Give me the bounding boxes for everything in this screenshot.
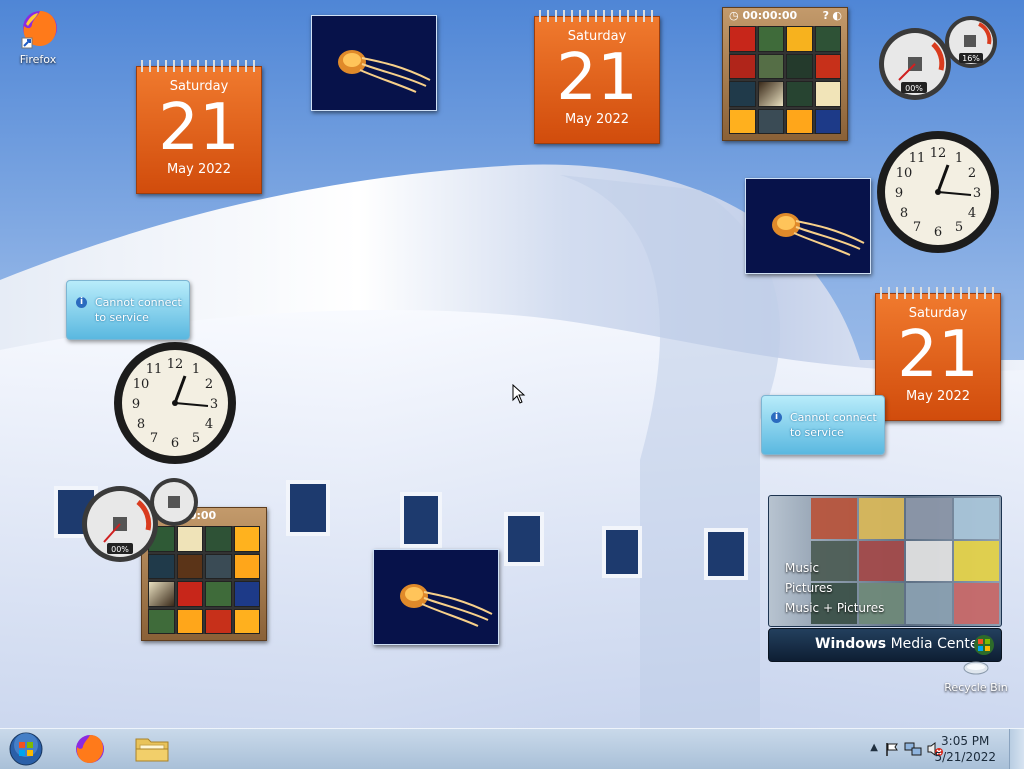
media-center-launch-bar[interactable]: Windows Media Center [768,628,1002,662]
clock-numeral: 3 [973,186,981,201]
folder-icon [135,738,169,762]
cpu-meter-gadget[interactable]: 00% 16% [875,10,999,100]
clock-numeral: 7 [913,220,921,235]
clock-numeral: 3 [210,397,218,412]
calendar-day-number: 21 [158,91,240,165]
taskbar: ▲ 3:05 PM 5/21/2022 [0,728,1024,769]
calendar-month-year: May 2022 [905,389,971,404]
cpu-percent: 00% [905,84,923,93]
shuffle-icon[interactable]: ◐ [832,8,842,24]
gadget-error-notice[interactable]: i Cannot connect to service [761,395,885,455]
puzzle-grid[interactable] [729,26,841,134]
clock-numeral: 5 [192,431,200,446]
desktop-icon-recycle-bin[interactable]: Recycle Bin [940,658,1012,694]
memory-chip-icon [964,35,976,47]
calendar-rings [141,60,257,72]
menu-item-music-pictures[interactable]: Music + Pictures [785,598,884,618]
clock-numeral: 2 [205,377,213,392]
notice-line1: Cannot connect [95,296,182,309]
cpu-meter-gadget[interactable]: 00% [80,470,210,564]
calendar-rings [880,287,996,299]
calendar-gadget[interactable]: Saturday 21 May 2022 [534,10,660,144]
jellyfish-image [312,16,436,110]
cpu-percent: 00% [111,545,129,554]
clock-numeral: 12 [167,357,184,372]
calendar-gadget[interactable]: Saturday 21 May 2022 [875,287,1001,421]
puzzle-clock-icon: ◷ [729,9,739,22]
taskbar-date: 5/21/2022 [934,750,996,764]
menu-item-music[interactable]: Music [785,558,884,578]
notice-line2: to service [790,426,844,439]
clock-numeral: 2 [968,166,976,181]
memory-chip-icon [168,496,180,508]
brand-bold: Windows [815,636,887,652]
recycle-bin-icon [963,661,989,675]
slideshow-gadget[interactable] [745,178,871,274]
clock-numeral: 7 [150,431,158,446]
media-center-menu: Music Pictures Music + Pictures [785,558,884,618]
taskbar-firefox[interactable] [66,729,114,769]
clock-numeral: 4 [968,206,976,221]
slideshow-gadget[interactable] [311,15,437,111]
clock-numeral: 9 [895,186,903,201]
calendar-month-year: May 2022 [564,112,630,127]
clock-numeral: 12 [930,146,947,161]
brand-rest: Media Center [886,636,985,652]
show-desktop-button[interactable] [1009,729,1024,769]
media-center-gadget[interactable]: Music Pictures Music + Pictures [768,495,1002,627]
clock-numeral: 10 [133,377,150,392]
taskbar-clock[interactable]: 3:05 PM 5/21/2022 [934,733,996,765]
clock-numeral: 6 [934,225,942,240]
taskbar-time: 3:05 PM [941,734,990,748]
calendar-day-number: 21 [897,318,979,392]
info-icon: i [771,412,782,423]
desktop-icon-label: Recycle Bin [944,681,1008,694]
help-icon[interactable]: ? [823,8,829,24]
notice-line2: to service [95,311,149,324]
calendar-gadget[interactable]: Saturday 21 May 2022 [136,60,262,194]
desktop[interactable]: Firefox Saturday 21 May 2022 Saturday 21… [0,0,1024,728]
clock-numeral: 5 [955,220,963,235]
clock-gadget[interactable]: 12 1 2 3 4 5 6 7 8 9 10 11 [112,340,238,466]
clock-numeral: 1 [955,151,963,166]
desktop-icon-firefox[interactable]: Firefox [10,6,66,66]
calendar-month-year: May 2022 [166,162,232,177]
puzzle-timer: 00:00:00 [742,9,798,22]
network-icon[interactable] [904,741,922,757]
notice-line1: Cannot connect [790,411,877,424]
gadget-error-notice[interactable]: i Cannot connect to service [66,280,190,340]
info-icon: i [76,297,87,308]
jellyfish-image [374,550,498,644]
mouse-cursor-icon [512,384,526,404]
start-button[interactable] [4,729,48,769]
clock-numeral: 9 [132,397,140,412]
menu-item-pictures[interactable]: Pictures [785,578,884,598]
memory-percent: 16% [962,54,980,63]
clock-gadget[interactable]: 12 1 2 3 4 5 6 7 8 9 10 11 [875,129,1001,255]
clock-numeral: 11 [146,362,163,377]
clock-numeral: 1 [192,362,200,377]
taskbar-file-explorer[interactable] [128,729,176,769]
windows-start-orb-icon [9,732,43,766]
firefox-icon [76,735,104,763]
clock-numeral: 4 [205,417,213,432]
clock-numeral: 11 [909,151,926,166]
picture-puzzle-gadget[interactable]: ◷ 00:00:00 ? ◐ [722,7,848,141]
clock-numeral: 8 [900,206,908,221]
calendar-rings [539,10,655,22]
action-center-flag-icon[interactable] [884,741,900,757]
clock-numeral: 10 [896,166,913,181]
jellyfish-image [746,179,870,273]
show-hidden-icons-chevron-icon[interactable]: ▲ [870,742,878,753]
clock-numeral: 6 [171,436,179,451]
firefox-icon [21,11,57,49]
clock-numeral: 8 [137,417,145,432]
calendar-day-number: 21 [556,41,638,115]
windows-logo-icon [974,635,994,655]
slideshow-gadget[interactable] [373,549,499,645]
desktop-icon-label: Firefox [19,53,57,66]
